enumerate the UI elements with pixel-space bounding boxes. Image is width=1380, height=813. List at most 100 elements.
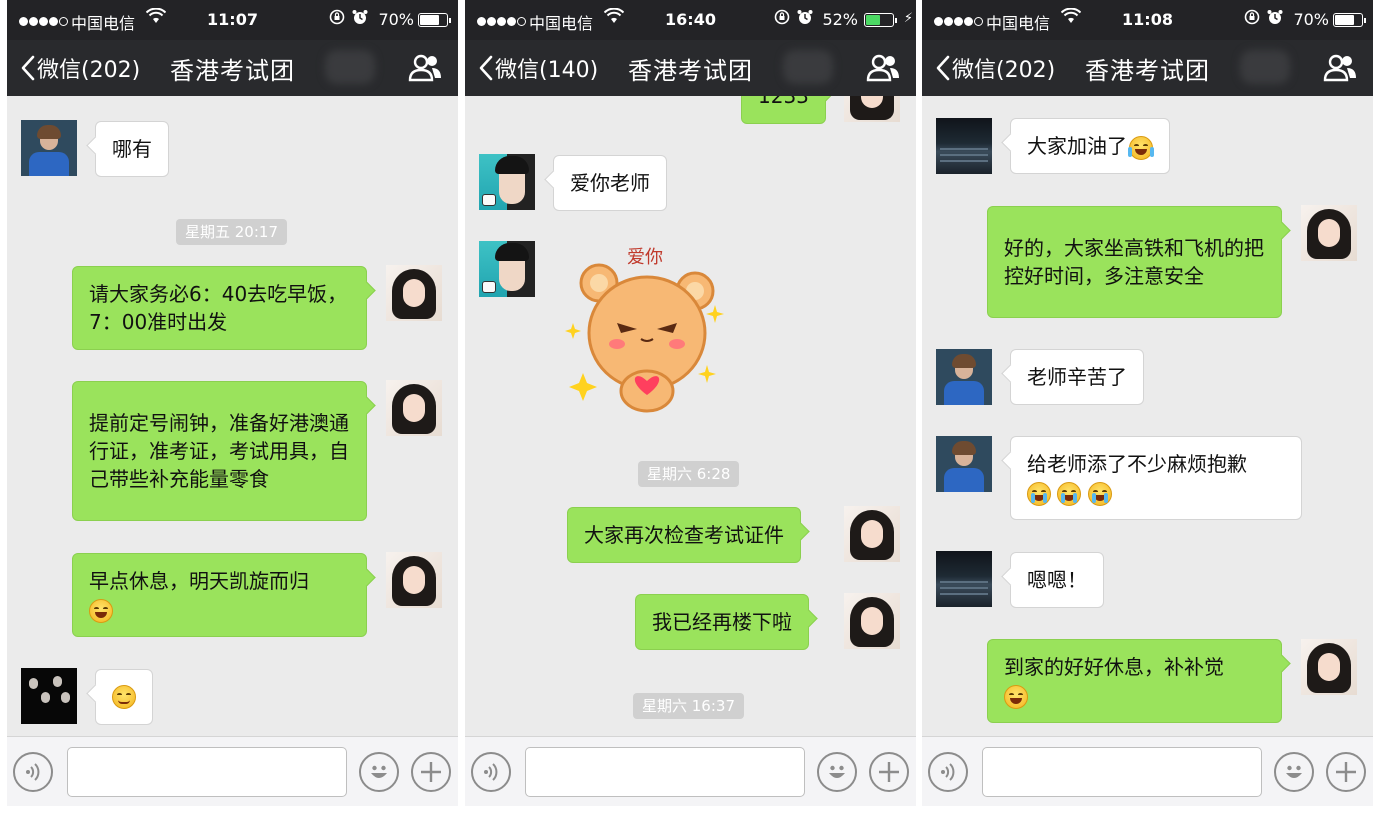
message-bubble[interactable] <box>95 669 153 725</box>
avatar[interactable] <box>844 593 900 649</box>
emoji-icon <box>829 765 845 778</box>
battery-icon <box>1333 13 1366 27</box>
voice-button[interactable] <box>471 752 511 792</box>
status-bar: 中国电信 11:08 70% <box>922 0 1373 40</box>
group-members-icon <box>408 54 441 82</box>
message-input[interactable] <box>67 747 347 797</box>
avatar[interactable] <box>479 154 535 210</box>
battery-icon <box>864 13 897 27</box>
message-bubble[interactable]: 请大家务必6：40去吃早饭，7：00准时出发 <box>72 266 367 350</box>
message-text: 老师辛苦了 <box>1027 365 1127 389</box>
message-list[interactable]: 1233 爱你老师 爱你 星期六 6:28 大家再次检查考试证件 我已经再楼下啦… <box>465 96 916 736</box>
avatar[interactable] <box>936 551 992 607</box>
avatar[interactable] <box>936 118 992 174</box>
message-bubble[interactable]: 早点休息，明天凯旋而归 <box>72 553 367 637</box>
chat-header: 微信(140) 香港考试团 <box>465 40 916 96</box>
crying-emoji-icon <box>1027 481 1051 506</box>
avatar[interactable] <box>936 349 992 405</box>
chat-screen-1: 中国电信 11:07 70% 微信(202) 香港考试团 哪有 星期五 20:1… <box>7 0 458 806</box>
bear-love-sticker[interactable]: 爱你 <box>565 241 725 423</box>
avatar[interactable] <box>844 506 900 562</box>
plus-icon <box>879 762 899 782</box>
alarm-icon <box>1267 9 1283 29</box>
chat-title: 香港考试团 <box>1085 57 1210 85</box>
alarm-icon <box>797 9 813 29</box>
plus-button[interactable] <box>411 752 451 792</box>
avatar[interactable] <box>21 668 77 724</box>
message-text: 到家的好好休息，补补觉 <box>1004 655 1224 679</box>
plus-button[interactable] <box>1326 752 1366 792</box>
status-bar: 中国电信 16:40 52% ⚡ <box>465 0 916 40</box>
message-bubble[interactable]: 大家加油了 <box>1010 118 1170 174</box>
message-text: 我已经再楼下啦 <box>652 610 792 634</box>
message-bubble[interactable]: 到家的好好休息，补补觉 <box>987 639 1282 723</box>
plus-icon <box>421 762 441 782</box>
message-input[interactable] <box>982 747 1262 797</box>
grin-emoji-icon <box>1004 684 1028 709</box>
timestamp: 星期五 20:17 <box>176 219 287 245</box>
message-text: 请大家务必6：40去吃早饭，7：00准时出发 <box>89 282 348 334</box>
timestamp: 星期六 6:28 <box>638 461 740 487</box>
battery-percent: 70% <box>378 10 414 29</box>
message-list[interactable]: 哪有 星期五 20:17 请大家务必6：40去吃早饭，7：00准时出发 提前定号… <box>7 96 458 736</box>
voice-button[interactable] <box>13 752 53 792</box>
message-bubble[interactable]: 1233 <box>741 96 826 124</box>
sticker-text: 爱你 <box>627 247 663 268</box>
message-bubble[interactable]: 老师辛苦了 <box>1010 349 1144 405</box>
emoji-button[interactable] <box>359 752 399 792</box>
group-members-icon <box>1323 54 1356 82</box>
status-bar: 中国电信 11:07 70% <box>7 0 458 40</box>
message-bubble[interactable]: 提前定号闹钟，准备好港澳通行证，准考证，考试用具，自己带些补充能量零食 <box>72 381 367 521</box>
crying-emoji-icon <box>1087 481 1112 506</box>
avatar[interactable] <box>1301 639 1357 695</box>
message-text: 早点休息，明天凯旋而归 <box>89 569 309 593</box>
message-text: 大家再次检查考试证件 <box>584 523 784 547</box>
group-members-button[interactable] <box>1323 54 1357 86</box>
avatar[interactable] <box>386 380 442 436</box>
message-input[interactable] <box>525 747 805 797</box>
message-bubble[interactable]: 给老师添了不少麻烦抱歉 <box>1010 436 1302 520</box>
grin-emoji-icon <box>89 598 113 623</box>
message-list[interactable]: 大家加油了 好的，大家坐高铁和飞机的把控好时间，多注意安全 老师辛苦了 给老师添… <box>922 96 1373 736</box>
input-bar <box>7 736 458 806</box>
group-members-button[interactable] <box>866 54 900 86</box>
message-text: 给老师添了不少麻烦抱歉 <box>1027 452 1247 476</box>
chat-title: 香港考试团 <box>628 57 753 85</box>
message-text: 提前定号闹钟，准备好港澳通行证，准考证，考试用具，自己带些补充能量零食 <box>89 411 349 491</box>
voice-input-icon <box>941 763 955 781</box>
plus-icon <box>1336 762 1356 782</box>
message-text: 大家加油了 <box>1027 134 1127 158</box>
chat-header: 微信(202) 香港考试团 <box>922 40 1373 96</box>
chat-screen-3: 中国电信 11:08 70% 微信(202) 香港考试团 大家加油了 好的，大家… <box>922 0 1373 806</box>
rotation-lock-icon <box>774 9 790 29</box>
message-bubble[interactable]: 我已经再楼下啦 <box>635 594 809 650</box>
avatar[interactable] <box>844 96 900 122</box>
message-bubble[interactable]: 嗯嗯！ <box>1010 552 1104 608</box>
plus-button[interactable] <box>869 752 909 792</box>
message-bubble[interactable]: 爱你老师 <box>553 155 667 211</box>
avatar[interactable] <box>21 120 77 176</box>
group-members-icon <box>866 54 899 82</box>
avatar[interactable] <box>386 552 442 608</box>
message-bubble[interactable]: 好的，大家坐高铁和飞机的把控好时间，多注意安全 <box>987 206 1282 318</box>
charging-icon: ⚡ <box>903 11 913 26</box>
group-members-button[interactable] <box>408 54 442 86</box>
emoji-button[interactable] <box>1274 752 1314 792</box>
avatar[interactable] <box>936 436 992 492</box>
rotation-lock-icon <box>1244 9 1260 29</box>
emoji-button[interactable] <box>817 752 857 792</box>
input-bar <box>465 736 916 806</box>
message-bubble[interactable]: 大家再次检查考试证件 <box>567 507 801 563</box>
message-bubble[interactable]: 哪有 <box>95 121 169 177</box>
chat-title: 香港考试团 <box>170 57 295 85</box>
avatar[interactable] <box>1301 205 1357 261</box>
tears-of-joy-emoji-icon <box>1128 135 1154 160</box>
avatar[interactable] <box>479 241 535 297</box>
avatar[interactable] <box>386 265 442 321</box>
alarm-icon <box>352 9 368 29</box>
redacted-region <box>783 50 833 84</box>
rotation-lock-icon <box>329 9 345 29</box>
input-bar <box>922 736 1373 806</box>
redacted-region <box>1240 50 1290 84</box>
voice-button[interactable] <box>928 752 968 792</box>
